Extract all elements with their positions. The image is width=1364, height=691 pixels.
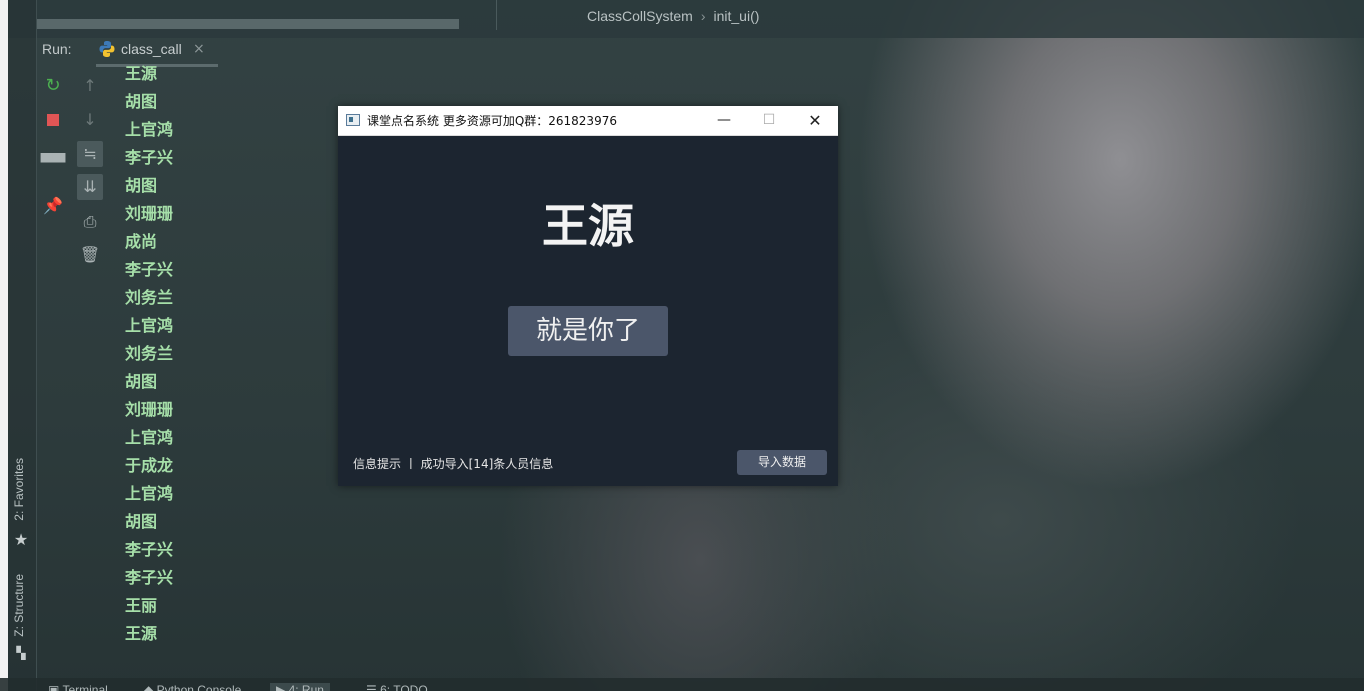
console-line: 王源 xyxy=(125,624,158,643)
minimize-button[interactable]: — xyxy=(701,106,747,135)
breadcrumb-method[interactable]: init_ui() xyxy=(713,8,759,24)
console-line: 胡图 xyxy=(125,512,158,531)
editor-top-strip: ClassCollSystem › init_ui() xyxy=(0,0,1364,38)
close-icon: ✕ xyxy=(808,111,822,130)
window-titlebar[interactable]: 课堂点名系统 更多资源可加Q群：261823976 — ☐ ✕ xyxy=(338,106,838,136)
console-line: 刘珊珊 xyxy=(125,400,174,419)
tab-terminal[interactable]: ▣ Terminal xyxy=(48,683,108,691)
structure-icon: ▚ xyxy=(16,646,26,660)
console-line: 胡图 xyxy=(125,372,158,391)
console-line: 刘珊珊 xyxy=(125,204,174,223)
console-line: 上官鸿 xyxy=(125,120,174,139)
breadcrumb: ClassCollSystem › init_ui() xyxy=(587,8,759,24)
console-output[interactable]: 王源 胡图 上官鸿 李子兴 胡图 刘珊珊 成尚 李子兴 刘务兰 上官鸿 刘务兰 … xyxy=(125,62,173,650)
window-title: 课堂点名系统 更多资源可加Q群：261823976 xyxy=(367,114,617,128)
console-line: 李子兴 xyxy=(125,540,174,559)
console-line: 王丽 xyxy=(125,596,158,615)
arrow-down-icon[interactable]: ↓ xyxy=(77,107,103,133)
maximize-icon: ☐ xyxy=(762,112,776,128)
arrow-up-icon[interactable]: ↑ xyxy=(77,73,103,99)
console-line: 成尚 xyxy=(125,232,158,251)
pin-icon[interactable]: 📌 xyxy=(40,193,66,219)
stop-button[interactable] xyxy=(40,106,66,132)
console-line: 王源 xyxy=(125,64,158,83)
close-button[interactable]: ✕ xyxy=(792,106,838,135)
print-icon[interactable]: ⎙ xyxy=(77,209,103,235)
tab-python-console[interactable]: ◆ Python Console xyxy=(144,683,241,691)
console-line: 胡图 xyxy=(125,176,158,195)
bottom-tool-bar: ▣ Terminal ◆ Python Console ▶ 4: Run ☰ 6… xyxy=(0,678,1364,691)
status-message: 信息提示 丨 成功导入[14]条人员信息 xyxy=(353,457,554,471)
horizontal-scrollbar[interactable] xyxy=(36,19,459,29)
window-edge xyxy=(0,0,8,691)
stop-icon xyxy=(47,113,59,126)
console-line: 李子兴 xyxy=(125,148,174,167)
console-line: 上官鸿 xyxy=(125,316,174,335)
minimize-icon: — xyxy=(717,112,731,128)
console-line: 胡图 xyxy=(125,92,158,111)
roll-call-window: 课堂点名系统 更多资源可加Q群：261823976 — ☐ ✕ 王源 就是你了 … xyxy=(338,106,838,486)
console-line: 李子兴 xyxy=(125,568,174,587)
import-data-button[interactable]: 导入数据 xyxy=(737,450,827,475)
console-line: 上官鸿 xyxy=(125,428,174,447)
divider xyxy=(496,0,497,30)
selected-name: 王源 xyxy=(542,199,634,253)
run-label: Run: xyxy=(42,41,72,57)
tab-label: 4: Run xyxy=(288,683,324,691)
scroll-to-end-icon[interactable]: ⇊ xyxy=(77,174,103,200)
tab-label: 6: TODO xyxy=(380,683,428,691)
tab-label: Terminal xyxy=(62,683,108,691)
trash-icon[interactable]: 🗑 xyxy=(77,242,103,268)
rerun-icon[interactable]: ↻ xyxy=(40,73,66,99)
app-icon xyxy=(346,114,360,126)
breadcrumb-class[interactable]: ClassCollSystem xyxy=(587,8,693,24)
tab-label: Python Console xyxy=(156,683,242,691)
console-line: 上官鸿 xyxy=(125,484,174,503)
layout-icon[interactable]: ▀▀ xyxy=(40,150,66,176)
close-icon[interactable]: × xyxy=(193,41,205,57)
sidebar-tab-favorites[interactable]: 2: Favorites xyxy=(12,458,32,521)
console-line: 刘务兰 xyxy=(125,288,174,307)
python-icon xyxy=(99,41,115,57)
maximize-button[interactable]: ☐ xyxy=(746,106,792,135)
console-line: 李子兴 xyxy=(125,260,174,279)
tab-todo[interactable]: ☰ 6: TODO xyxy=(366,683,428,691)
tab-run[interactable]: ▶ 4: Run xyxy=(270,683,330,691)
tab-label: class_call xyxy=(121,41,182,57)
run-toolbar: Run: class_call × xyxy=(36,38,1364,67)
console-line: 刘务兰 xyxy=(125,344,174,363)
console-line: 于成龙 xyxy=(125,456,174,475)
star-icon: ★ xyxy=(13,530,29,549)
chevron-right-icon: › xyxy=(700,8,706,24)
pick-button[interactable]: 就是你了 xyxy=(508,306,668,356)
soft-wrap-icon[interactable]: ≒ xyxy=(77,141,103,167)
sidebar-tab-structure[interactable]: Z: Structure xyxy=(12,574,32,637)
